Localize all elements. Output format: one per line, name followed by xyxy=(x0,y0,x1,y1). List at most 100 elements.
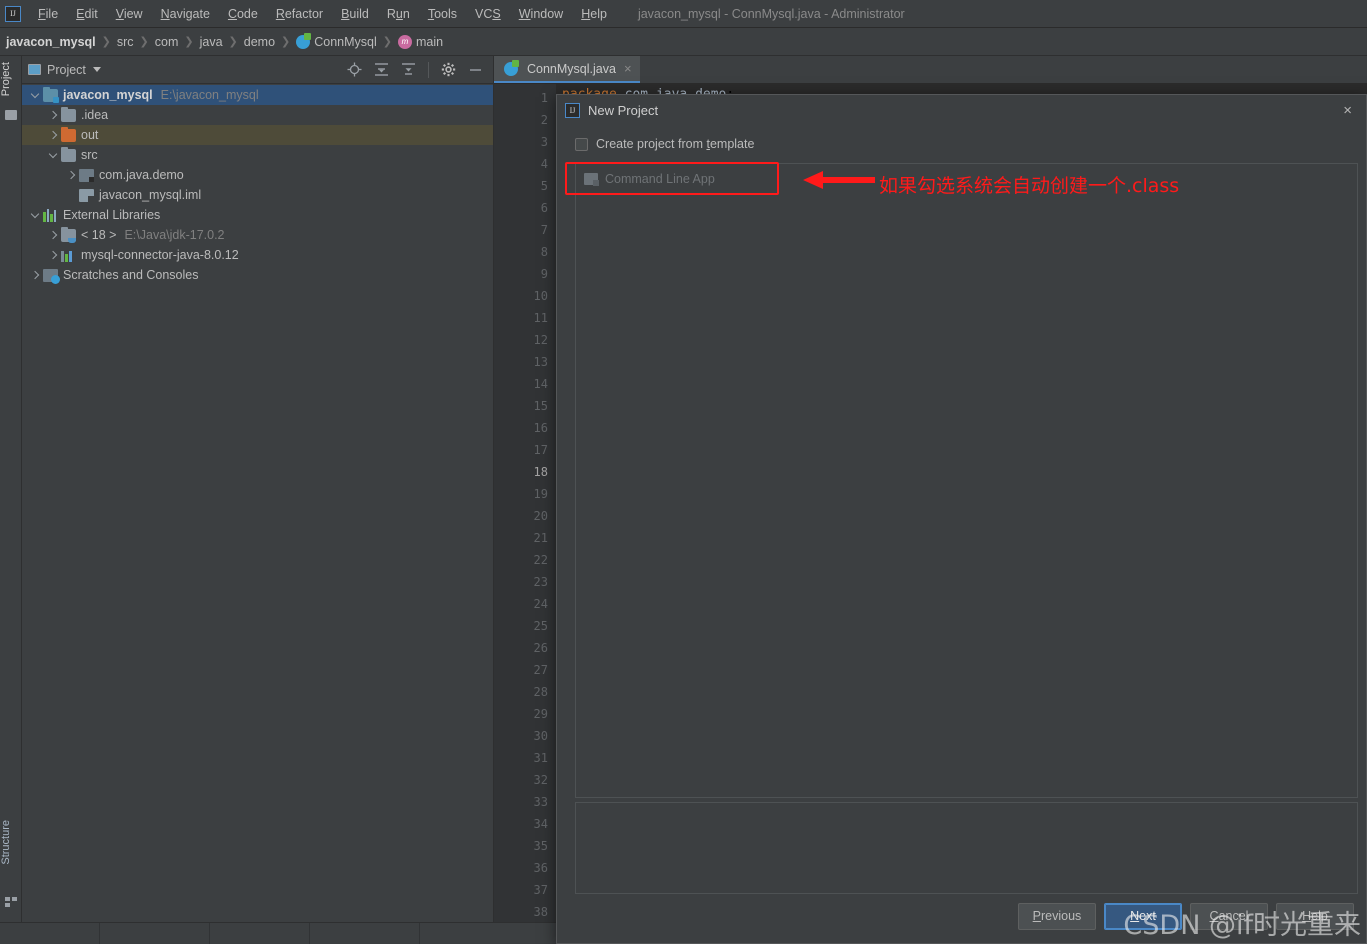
jar-icon xyxy=(61,249,76,262)
breadcrumb-item-demo[interactable]: demo xyxy=(244,35,275,49)
menu-item-refactor[interactable]: Refactor xyxy=(267,4,332,24)
gear-icon[interactable] xyxy=(441,62,456,77)
menu-bar: IJ File Edit View Navigate Code Refactor… xyxy=(0,0,1367,28)
line-number: 38 xyxy=(533,905,548,919)
editor-tab-connmysql[interactable]: ConnMysql.java × xyxy=(494,56,640,83)
minimize-icon[interactable] xyxy=(468,62,483,77)
checkbox-icon[interactable] xyxy=(575,137,588,151)
dialog-close-icon[interactable]: × xyxy=(1337,101,1358,120)
tree-node-jdk[interactable]: < 18 > E:\Java\jdk-17.0.2 xyxy=(22,225,493,245)
tree-label: Scratches and Consoles xyxy=(63,268,199,282)
menu-item-view[interactable]: View xyxy=(107,4,152,24)
locate-icon[interactable] xyxy=(347,62,362,77)
breadcrumb-label-main: main xyxy=(416,34,444,49)
previous-button[interactable]: Previous xyxy=(1018,902,1096,930)
menu-item-window[interactable]: Window xyxy=(510,4,572,24)
dialog-footer: Previous Next Cancel Help xyxy=(557,889,1366,943)
line-number: 22 xyxy=(533,553,548,567)
line-number: 1 xyxy=(540,91,548,105)
chevron-right-icon[interactable] xyxy=(48,230,58,240)
annotation-arrow-icon xyxy=(803,169,875,196)
line-number: 23 xyxy=(533,575,548,589)
line-number: 21 xyxy=(533,531,548,545)
app-logo-icon: IJ xyxy=(5,5,21,22)
template-label: Command Line App xyxy=(605,172,715,186)
tree-label: javacon_mysql xyxy=(63,88,153,102)
tree-label: com.java.demo xyxy=(99,168,184,182)
method-icon: m xyxy=(398,34,412,49)
tree-label: javacon_mysql.iml xyxy=(99,188,202,202)
tree-node-src[interactable]: src xyxy=(22,145,493,165)
menu-item-code[interactable]: Code xyxy=(219,4,267,24)
menu-item-file[interactable]: File xyxy=(29,4,67,24)
tree-node-mysql-connector[interactable]: mysql-connector-java-8.0.12 xyxy=(22,245,493,265)
project-window-icon xyxy=(28,64,41,75)
next-button[interactable]: Next xyxy=(1104,902,1182,930)
chevron-right-icon[interactable] xyxy=(48,250,58,260)
cancel-button[interactable]: Cancel xyxy=(1190,902,1268,930)
tree-node-external-libraries[interactable]: External Libraries xyxy=(22,205,493,225)
status-cell xyxy=(0,923,100,944)
tree-node-iml-file[interactable]: javacon_mysql.iml xyxy=(22,185,493,205)
line-number: 12 xyxy=(533,333,548,347)
tool-window-button-project[interactable]: Project xyxy=(0,58,22,100)
chevron-down-icon[interactable] xyxy=(30,90,40,100)
project-template-list[interactable]: Command Line App xyxy=(575,163,1358,798)
tree-node-idea[interactable]: .idea xyxy=(22,105,493,125)
chevron-right-icon[interactable] xyxy=(66,170,76,180)
line-number: 24 xyxy=(533,597,548,611)
left-tool-strip: Project Structure cmarks xyxy=(0,56,22,944)
breadcrumb-separator: ❯ xyxy=(382,36,392,48)
project-panel-header: Project xyxy=(22,56,493,84)
help-button[interactable]: Help xyxy=(1276,902,1354,930)
breadcrumb-item-java[interactable]: java xyxy=(200,35,223,49)
collapse-all-icon[interactable] xyxy=(401,62,416,77)
structure-icon[interactable] xyxy=(5,894,17,907)
menu-item-build[interactable]: Build xyxy=(332,4,378,24)
class-icon xyxy=(504,59,519,76)
chevron-down-icon[interactable] xyxy=(92,67,101,72)
tool-window-button-structure[interactable]: Structure xyxy=(0,816,22,869)
breadcrumb-item-connmysql[interactable]: ConnMysql xyxy=(296,32,377,49)
tree-node-out[interactable]: out xyxy=(22,125,493,145)
menu-item-tools[interactable]: Tools xyxy=(419,4,466,24)
module-folder-icon xyxy=(43,86,59,103)
dialog-title: New Project xyxy=(588,102,659,118)
toolbar-divider xyxy=(428,61,429,78)
folder-icon[interactable] xyxy=(5,110,17,120)
breadcrumb-separator: ❯ xyxy=(228,36,238,48)
folder-icon xyxy=(61,106,76,122)
expand-all-icon[interactable] xyxy=(374,62,389,77)
breadcrumb-item-com[interactable]: com xyxy=(155,35,179,49)
menu-item-edit[interactable]: Edit xyxy=(67,4,107,24)
menu-item-run[interactable]: Run xyxy=(378,4,419,24)
chevron-right-icon[interactable] xyxy=(48,110,58,120)
menu-item-help[interactable]: Help xyxy=(572,4,616,24)
package-icon xyxy=(79,168,94,182)
chevron-down-icon[interactable] xyxy=(30,210,40,220)
close-icon[interactable]: × xyxy=(624,62,632,75)
tree-node-javacon-mysql[interactable]: javacon_mysql E:\javacon_mysql xyxy=(22,85,493,105)
breadcrumb-item-main[interactable]: m main xyxy=(398,34,444,49)
line-number: 13 xyxy=(533,355,548,369)
breadcrumb-item-project[interactable]: javacon_mysql xyxy=(6,35,96,49)
tree-path: E:\Java\jdk-17.0.2 xyxy=(124,228,225,242)
editor-tab-label: ConnMysql.java xyxy=(527,61,616,76)
tree-path: E:\javacon_mysql xyxy=(160,88,259,102)
tree-label: .idea xyxy=(81,108,109,122)
line-number: 17 xyxy=(494,439,591,461)
menu-item-navigate[interactable]: Navigate xyxy=(152,4,219,24)
chevron-down-icon[interactable] xyxy=(48,150,58,160)
chevron-right-icon[interactable] xyxy=(30,270,40,280)
chevron-right-icon[interactable] xyxy=(48,130,58,140)
jdk-icon xyxy=(61,226,76,243)
tree-node-scratches[interactable]: Scratches and Consoles xyxy=(22,265,493,285)
breadcrumb-separator: ❯ xyxy=(139,36,149,48)
tree-node-package[interactable]: com.java.demo xyxy=(22,165,493,185)
breadcrumb-item-src[interactable]: src xyxy=(117,35,134,49)
source-folder-icon xyxy=(61,146,76,162)
breadcrumb-label-connmysql: ConnMysql xyxy=(314,34,377,49)
menu-item-vcs[interactable]: VCS xyxy=(466,4,510,24)
create-from-template-checkbox-row[interactable]: Create project from template xyxy=(567,131,777,157)
status-cell xyxy=(210,923,310,944)
